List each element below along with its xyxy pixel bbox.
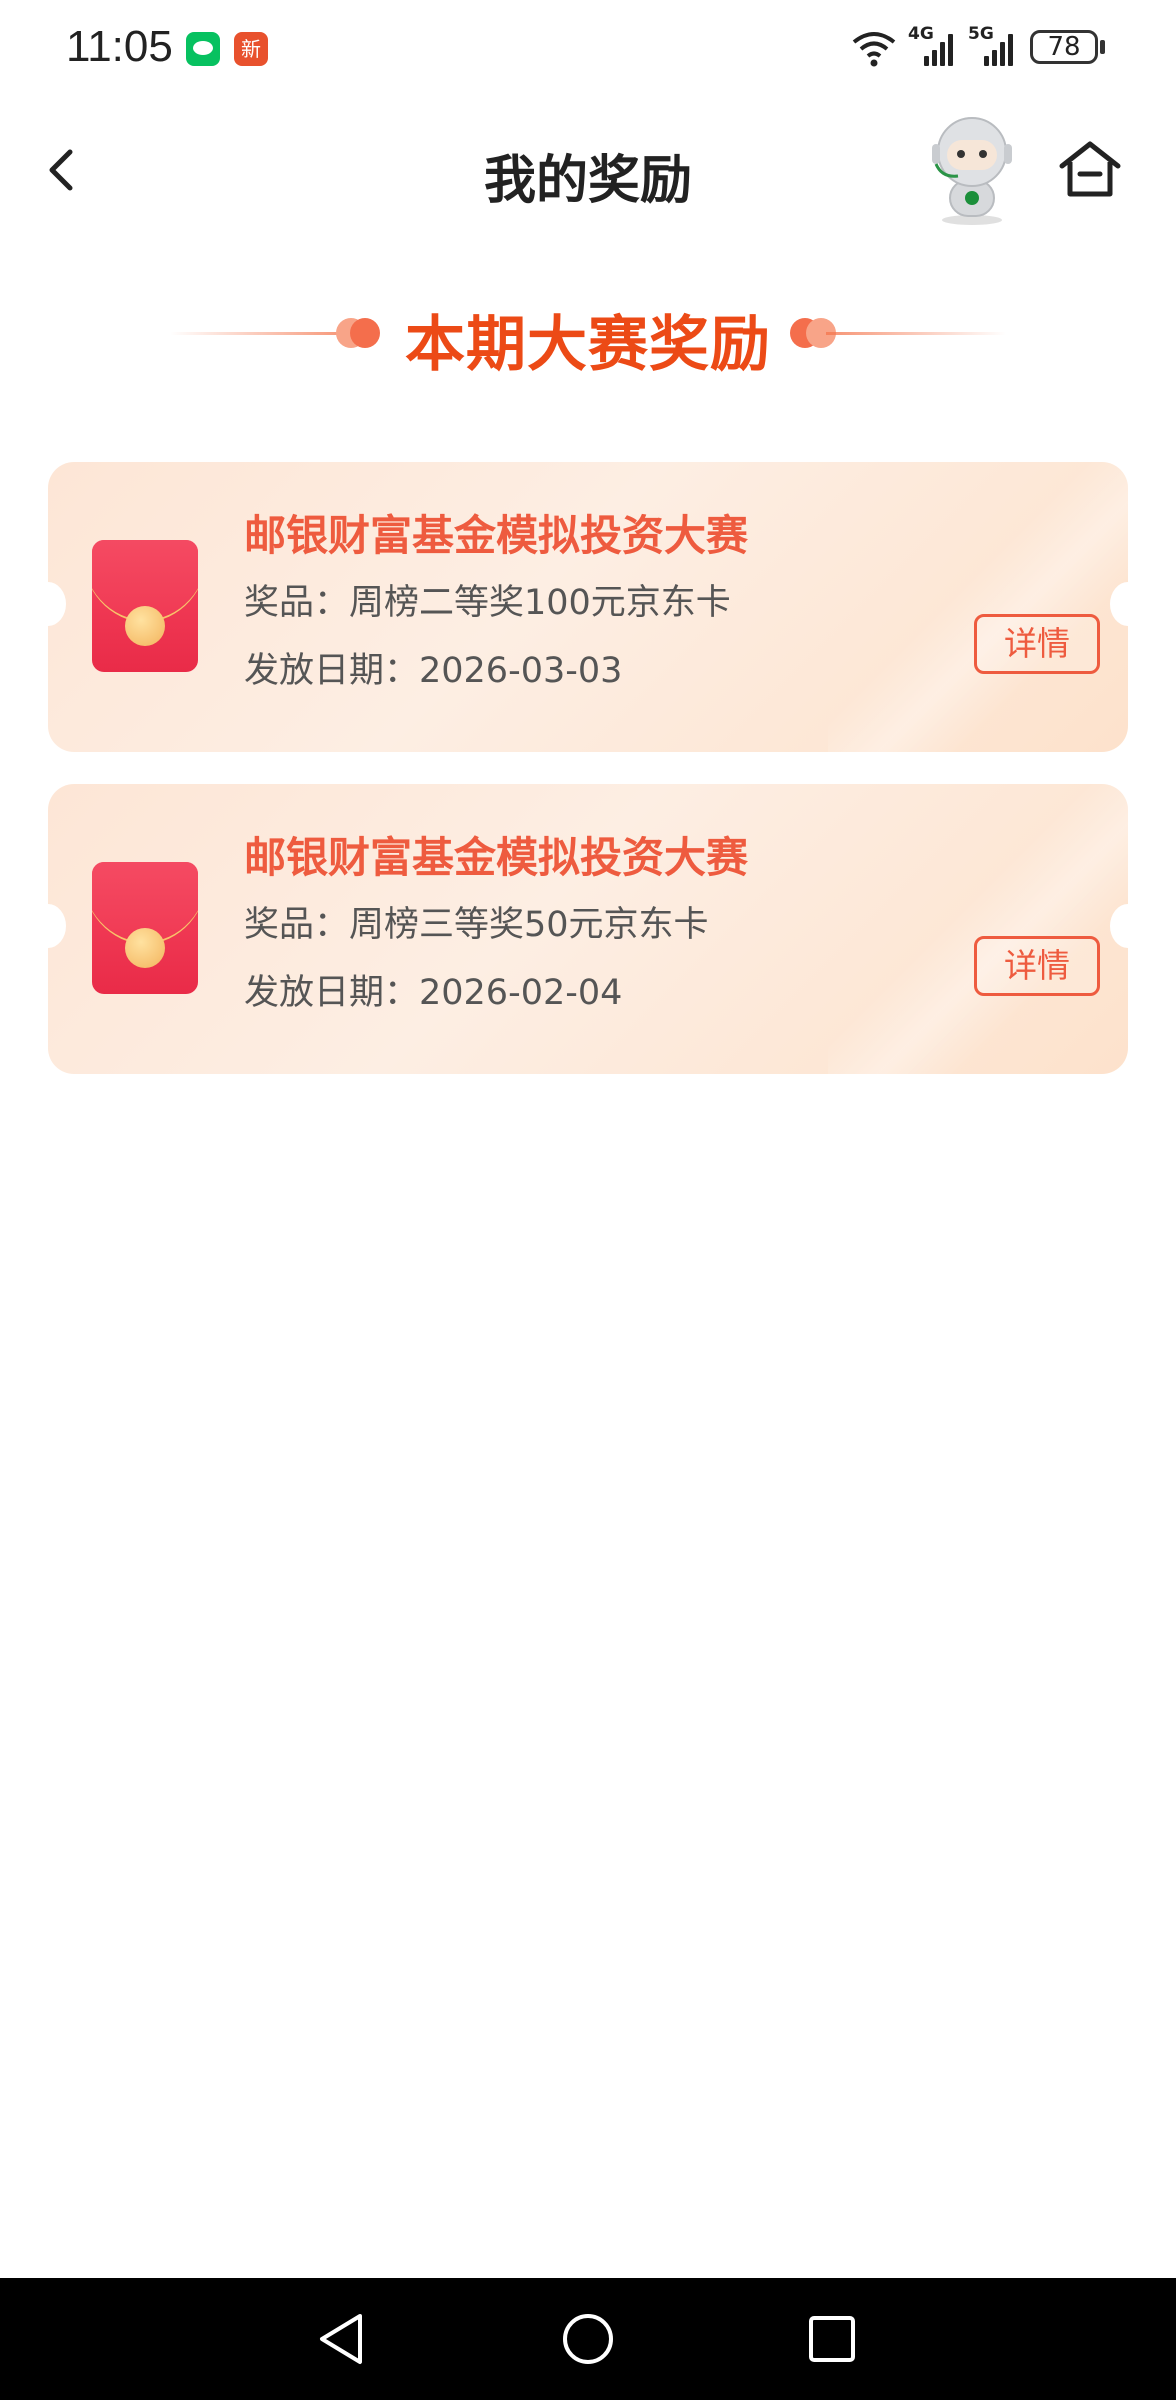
red-envelope-icon <box>92 540 198 672</box>
status-time: 11:05 <box>66 22 173 71</box>
red-envelope-icon <box>92 862 198 994</box>
reward-date: 发放日期：2026-02-04 <box>244 973 623 1013</box>
reward-title: 邮银财富基金模拟投资大赛 <box>244 511 749 560</box>
detail-button[interactable]: 详情 <box>974 936 1100 996</box>
robot-assistant-icon[interactable] <box>912 110 1032 230</box>
battery-cap <box>1100 40 1105 54</box>
reward-prize: 奖品：周榜二等奖100元京东卡 <box>244 583 731 623</box>
nav-recents-icon[interactable] <box>797 2304 867 2374</box>
reward-card: 邮银财富基金模拟投资大赛 奖品：周榜三等奖50元京东卡 发放日期：2026-02… <box>48 784 1128 1074</box>
reward-title: 邮银财富基金模拟投资大赛 <box>244 833 749 882</box>
signal-strength-icon-1 <box>920 30 956 66</box>
section-heading: 本期大赛奖励 <box>0 290 1176 380</box>
signal-strength-icon-2 <box>980 30 1016 66</box>
battery-indicator: 78 <box>1030 30 1098 64</box>
nav-back-icon[interactable] <box>308 2304 378 2374</box>
app-header: 我的奖励 <box>0 110 1176 230</box>
news-notification-icon: 新 <box>234 32 268 66</box>
detail-button[interactable]: 详情 <box>974 614 1100 674</box>
reward-card: 邮银财富基金模拟投资大赛 奖品：周榜二等奖100元京东卡 发放日期：2026-0… <box>48 462 1128 752</box>
reward-date: 发放日期：2026-03-03 <box>244 651 623 691</box>
heading-divider-right <box>826 332 1006 335</box>
home-icon[interactable] <box>1050 130 1130 210</box>
reward-prize: 奖品：周榜三等奖50元京东卡 <box>244 905 709 945</box>
wechat-notification-icon <box>186 32 220 66</box>
wifi-icon <box>852 32 896 67</box>
system-nav-bar <box>0 2278 1176 2400</box>
nav-home-icon[interactable] <box>553 2304 623 2374</box>
section-title: 本期大赛奖励 <box>405 310 771 380</box>
status-bar: 11:05 新 4G 5G 78 <box>0 0 1176 96</box>
